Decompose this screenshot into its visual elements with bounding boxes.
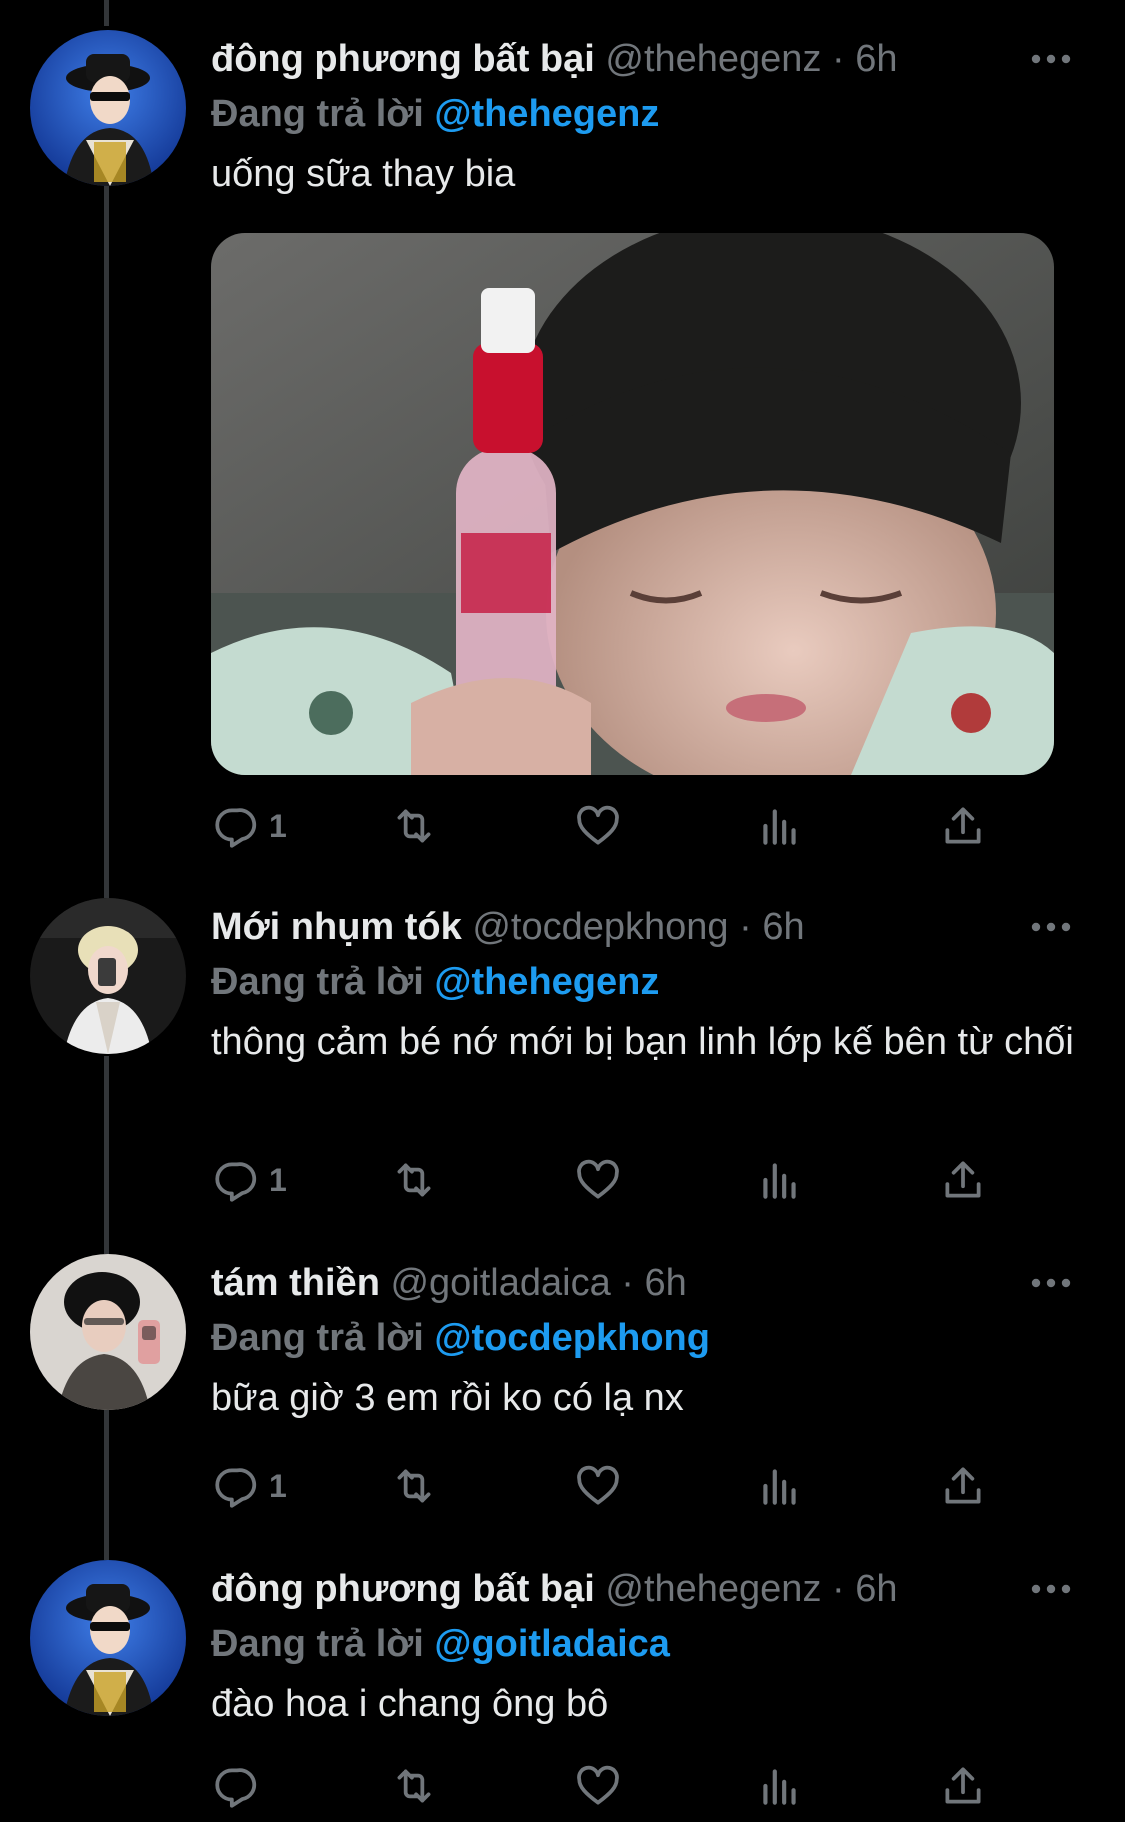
author-name[interactable]: đông phương bất bại xyxy=(211,38,595,80)
like-icon xyxy=(577,1159,619,1199)
reply-icon xyxy=(215,1768,257,1808)
separator-dot: · xyxy=(739,906,752,948)
tweet-text: uống sữa thay bia xyxy=(211,153,516,195)
replying-label: Đang trả lời xyxy=(211,1623,424,1665)
author-handle[interactable]: @goitladaica xyxy=(390,1262,610,1304)
replying-to-mention[interactable]: @goitladaica xyxy=(434,1623,670,1665)
share-button[interactable] xyxy=(938,1456,988,1516)
share-icon xyxy=(945,1161,981,1198)
replying-to-mention[interactable]: @tocdepkhong xyxy=(434,1317,710,1359)
views-icon xyxy=(763,1769,796,1805)
author-name[interactable]: đông phương bất bại xyxy=(211,1568,595,1610)
author-name[interactable]: tám thiền xyxy=(211,1262,380,1304)
more-options-button[interactable] xyxy=(1021,1254,1081,1312)
retweet-button[interactable] xyxy=(389,1756,439,1816)
replying-label: Đang trả lời xyxy=(211,1317,424,1359)
retweet-button[interactable] xyxy=(389,796,439,856)
reply-icon xyxy=(215,1162,257,1202)
views-icon xyxy=(763,1163,796,1199)
separator-dot: · xyxy=(621,1262,634,1304)
more-options-button[interactable] xyxy=(1021,1560,1081,1618)
tweet[interactable]: Mới nhụm tók @tocdepkhong · 6h Đang trả … xyxy=(0,870,1125,1224)
timestamp[interactable]: 6h xyxy=(645,1262,687,1304)
separator-dot: · xyxy=(832,1568,845,1610)
retweet-button[interactable] xyxy=(389,1150,439,1210)
share-icon xyxy=(945,1467,981,1504)
timestamp[interactable]: 6h xyxy=(762,906,804,948)
share-button[interactable] xyxy=(938,1756,988,1816)
retweet-icon xyxy=(397,1163,431,1197)
more-options-button[interactable] xyxy=(1021,898,1081,956)
reply-button[interactable] xyxy=(211,1756,269,1816)
author-name[interactable]: Mới nhụm tók xyxy=(211,906,462,948)
replying-label: Đang trả lời xyxy=(211,961,424,1003)
like-button[interactable] xyxy=(573,1756,623,1816)
author-handle[interactable]: @thehegenz xyxy=(605,1568,821,1610)
tweet-media[interactable] xyxy=(211,233,1054,775)
tweet[interactable]: tám thiền @goitladaica · 6h Đang trả lời… xyxy=(0,1224,1125,1530)
reply-button[interactable]: 1 xyxy=(211,1456,287,1516)
more-options-button[interactable] xyxy=(1021,30,1081,88)
reply-count: 1 xyxy=(269,1467,287,1504)
views-button[interactable] xyxy=(755,1756,805,1816)
more-icon xyxy=(1031,1278,1071,1288)
like-icon xyxy=(577,805,619,845)
share-icon xyxy=(945,807,981,844)
reply-icon xyxy=(215,808,257,848)
views-button[interactable] xyxy=(755,1456,805,1516)
avatar[interactable] xyxy=(30,1560,186,1716)
reply-count: 1 xyxy=(269,807,287,844)
views-button[interactable] xyxy=(755,796,805,856)
retweet-icon xyxy=(397,809,431,843)
like-icon xyxy=(577,1465,619,1505)
reply-button[interactable]: 1 xyxy=(211,796,287,856)
like-button[interactable] xyxy=(573,1456,623,1516)
tweet-text: bữa giờ 3 em rồi ko có lạ nx xyxy=(211,1377,684,1419)
views-icon xyxy=(763,1469,796,1505)
views-button[interactable] xyxy=(755,1150,805,1210)
like-button[interactable] xyxy=(573,796,623,856)
author-handle[interactable]: @tocdepkhong xyxy=(472,906,728,948)
tweet[interactable]: đông phương bất bại @thehegenz · 6h Đang… xyxy=(0,0,1125,870)
avatar[interactable] xyxy=(30,1254,186,1410)
replying-to-mention[interactable]: @thehegenz xyxy=(434,93,659,135)
share-button[interactable] xyxy=(938,796,988,856)
retweet-icon xyxy=(397,1769,431,1803)
avatar[interactable] xyxy=(30,30,186,186)
replying-label: Đang trả lời xyxy=(211,93,424,135)
retweet-icon xyxy=(397,1469,431,1503)
replying-to-mention[interactable]: @thehegenz xyxy=(434,961,659,1003)
views-icon xyxy=(763,809,796,845)
avatar[interactable] xyxy=(30,898,186,1054)
timestamp[interactable]: 6h xyxy=(855,1568,897,1610)
more-icon xyxy=(1031,1584,1071,1594)
share-button[interactable] xyxy=(938,1150,988,1210)
reply-button[interactable]: 1 xyxy=(211,1150,287,1210)
like-button[interactable] xyxy=(573,1150,623,1210)
timestamp[interactable]: 6h xyxy=(855,38,897,80)
more-icon xyxy=(1031,922,1071,932)
tweet[interactable]: đông phương bất bại @thehegenz · 6h Đang… xyxy=(0,1530,1125,1822)
tweet-text: thông cảm bé nớ mới bị bạn linh lớp kế b… xyxy=(211,1021,1074,1063)
reply-icon xyxy=(215,1468,257,1508)
share-icon xyxy=(945,1767,981,1804)
more-icon xyxy=(1031,54,1071,64)
like-icon xyxy=(577,1765,619,1805)
author-handle[interactable]: @thehegenz xyxy=(605,38,821,80)
retweet-button[interactable] xyxy=(389,1456,439,1516)
separator-dot: · xyxy=(832,38,845,80)
reply-count: 1 xyxy=(269,1161,287,1198)
tweet-text: đào hoa i chang ông bô xyxy=(211,1683,609,1725)
